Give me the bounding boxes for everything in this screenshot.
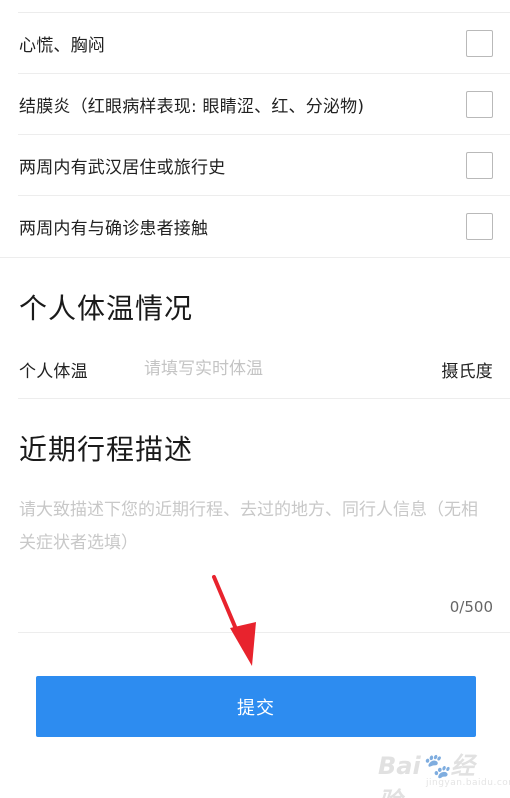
temperature-unit: 摄氏度 [441,361,493,382]
symptom-label: 两周内有武汉居住或旅行史 [19,158,226,178]
symptom-row-palpitation[interactable]: 心慌、胸闷 [0,13,510,74]
symptom-checkbox[interactable] [466,152,493,179]
section-divider [0,257,510,258]
red-arrow-icon [212,575,256,666]
symptom-row-contact[interactable]: 两周内有与确诊患者接触 [0,196,510,257]
symptom-label: 心慌、胸闷 [19,36,105,56]
symptom-row-conjunctivitis[interactable]: 结膜炎（红眼病样表现: 眼睛涩、红、分泌物) [0,74,510,135]
character-counter: 0/500 [449,598,493,616]
symptom-row-wuhan-travel[interactable]: 两周内有武汉居住或旅行史 [0,135,510,196]
symptom-checklist: 心慌、胸闷 结膜炎（红眼病样表现: 眼睛涩、红、分泌物) 两周内有武汉居住或旅行… [0,13,510,257]
symptom-checkbox[interactable] [466,91,493,118]
temperature-label: 个人体温 [19,361,88,382]
temperature-input[interactable] [144,359,442,379]
submit-button[interactable]: 提交 [36,676,476,737]
itinerary-section-title: 近期行程描述 [19,433,194,466]
symptom-checkbox[interactable] [466,213,493,240]
watermark-url: jingyan.baidu.com [426,778,510,788]
symptom-label: 结膜炎（红眼病样表现: 眼睛涩、红、分泌物) [19,97,365,117]
symptom-checkbox[interactable] [466,30,493,57]
watermark-brand: Bai🐾经验 [378,752,475,798]
itinerary-textarea[interactable] [19,494,493,584]
symptom-label: 两周内有与确诊患者接触 [19,219,209,239]
temperature-section-title: 个人体温情况 [19,292,194,325]
baidu-watermark: Bai🐾经验 jingyan.baidu.com [378,744,510,798]
itinerary-divider [18,632,510,633]
temperature-row: 个人体温 摄氏度 [0,339,510,399]
